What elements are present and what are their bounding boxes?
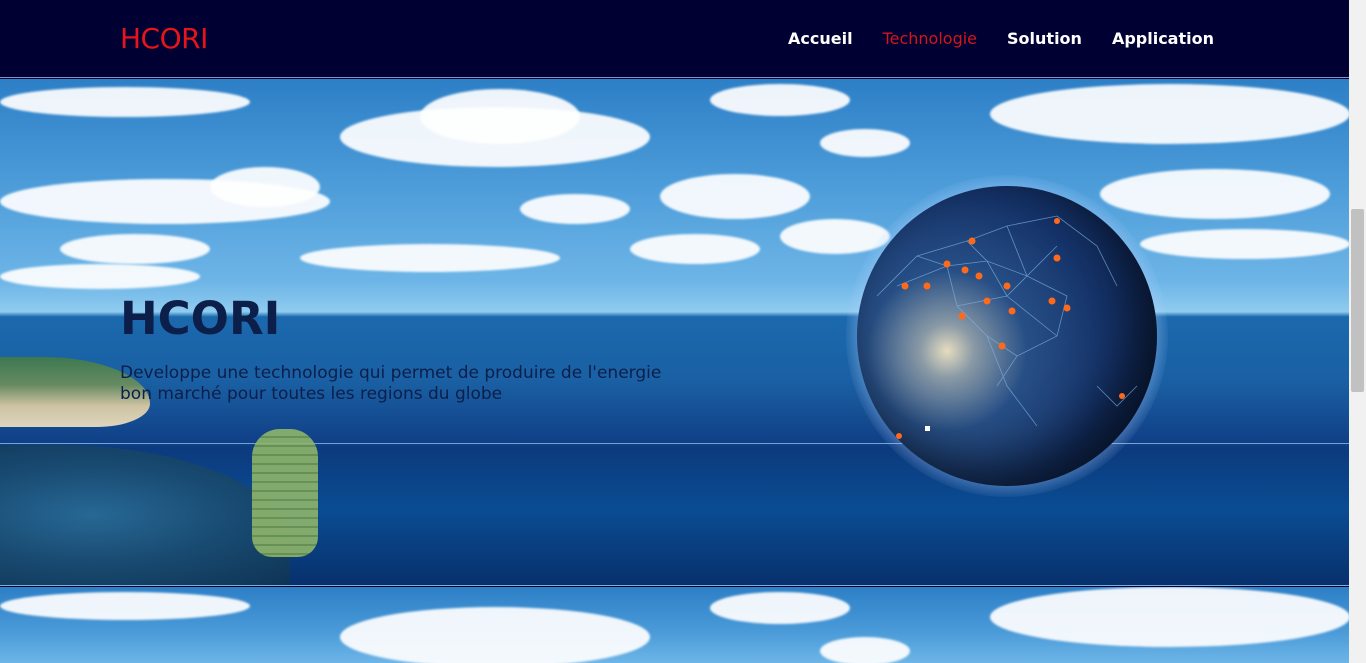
hero-banner: HCORI Developpe une technologie qui perm… [0, 79, 1349, 586]
cloud [0, 264, 200, 289]
globe-icon [857, 186, 1157, 486]
cloud [300, 244, 560, 272]
nav-link-solution[interactable]: Solution [1007, 29, 1082, 48]
globe-network-icon [876, 215, 1138, 439]
cloud [0, 592, 250, 620]
cloud [990, 84, 1349, 144]
cloud [340, 607, 650, 663]
cloud [630, 234, 760, 264]
cloud [520, 194, 630, 224]
navbar: HCORI Accueil Technologie Solution Appli… [0, 0, 1349, 78]
brand-logo[interactable]: HCORI [120, 22, 208, 55]
cloud [1140, 229, 1349, 259]
cloud [660, 174, 810, 219]
cloud [820, 637, 910, 663]
main-nav: Accueil Technologie Solution Application [788, 29, 1214, 48]
nav-link-accueil[interactable]: Accueil [788, 29, 853, 48]
buoy-icon [252, 429, 318, 557]
hero-title: HCORI [120, 292, 281, 345]
underwater-rock [0, 445, 290, 585]
cloud [0, 87, 250, 117]
cloud [420, 89, 580, 144]
cloud [710, 592, 850, 624]
hero-next-section [0, 587, 1349, 663]
cloud [210, 167, 320, 207]
cloud [820, 129, 910, 157]
cloud [710, 84, 850, 116]
cloud [990, 587, 1349, 647]
cloud [60, 234, 210, 264]
hero-description: Developpe une technologie qui permet de … [120, 363, 662, 404]
scrollbar-thumb[interactable] [1351, 209, 1364, 392]
nav-link-technologie[interactable]: Technologie [883, 29, 977, 48]
nav-link-application[interactable]: Application [1112, 29, 1214, 48]
